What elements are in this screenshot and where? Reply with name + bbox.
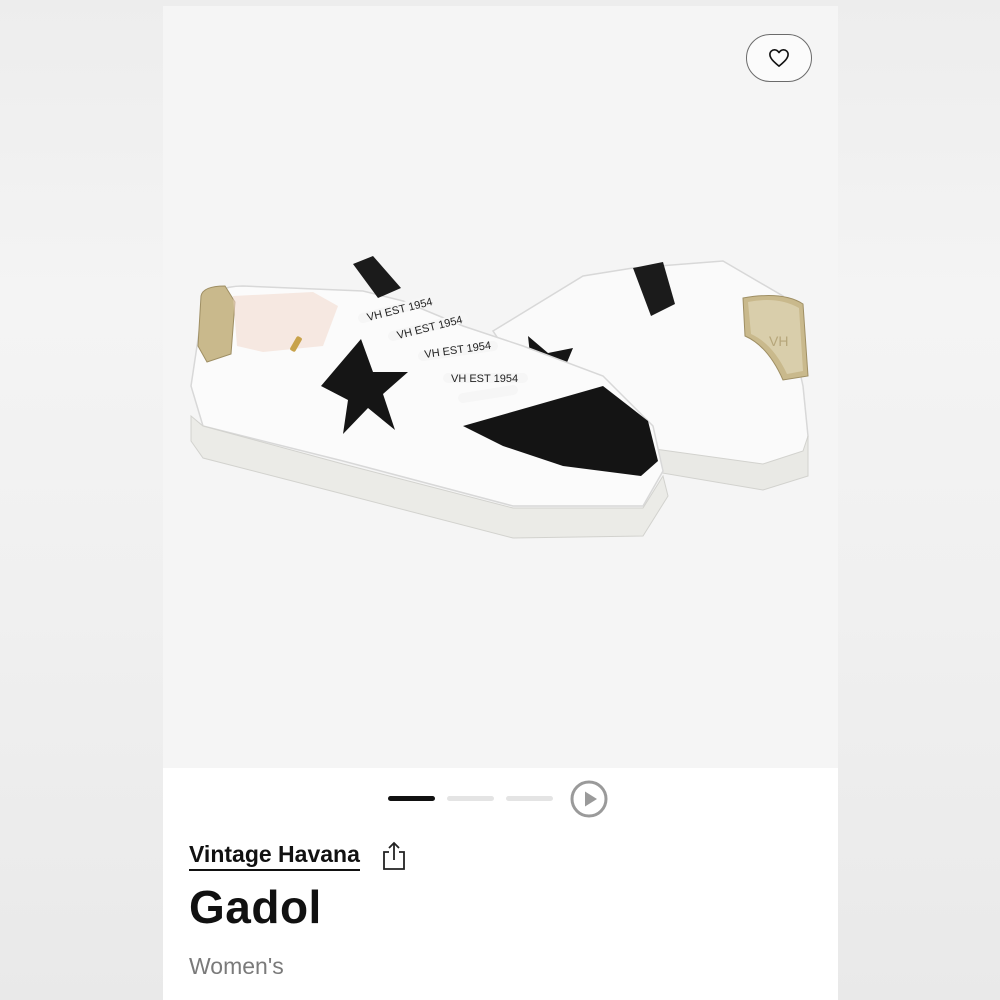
product-name: Gadol (189, 881, 322, 933)
right-gutter (838, 0, 1000, 1000)
share-icon[interactable] (380, 841, 408, 871)
pagination-dot[interactable] (447, 796, 494, 801)
heel-print-text: VH (769, 333, 788, 349)
heart-outline-icon (769, 49, 789, 67)
brand-link[interactable]: Vintage Havana (189, 841, 360, 871)
lace-print-text: VH EST 1954 (451, 373, 518, 385)
left-gutter (0, 0, 163, 1000)
pagination-dot[interactable] (506, 796, 553, 801)
gallery-pagination (163, 770, 838, 830)
brand-row: Vintage Havana (189, 836, 408, 876)
favorite-button[interactable] (746, 34, 812, 82)
play-circle-icon[interactable] (570, 780, 608, 818)
product-screen: VH VH EST 1954 VH EST 1954 VH EST 1954 V… (163, 0, 838, 1000)
sneaker-image: VH VH EST 1954 VH EST 1954 VH EST 1954 V… (190, 256, 809, 539)
image-gallery[interactable]: VH VH EST 1954 VH EST 1954 VH EST 1954 V… (163, 6, 838, 768)
product-category: Women's (189, 953, 284, 979)
pagination-dot-active[interactable] (388, 796, 435, 801)
